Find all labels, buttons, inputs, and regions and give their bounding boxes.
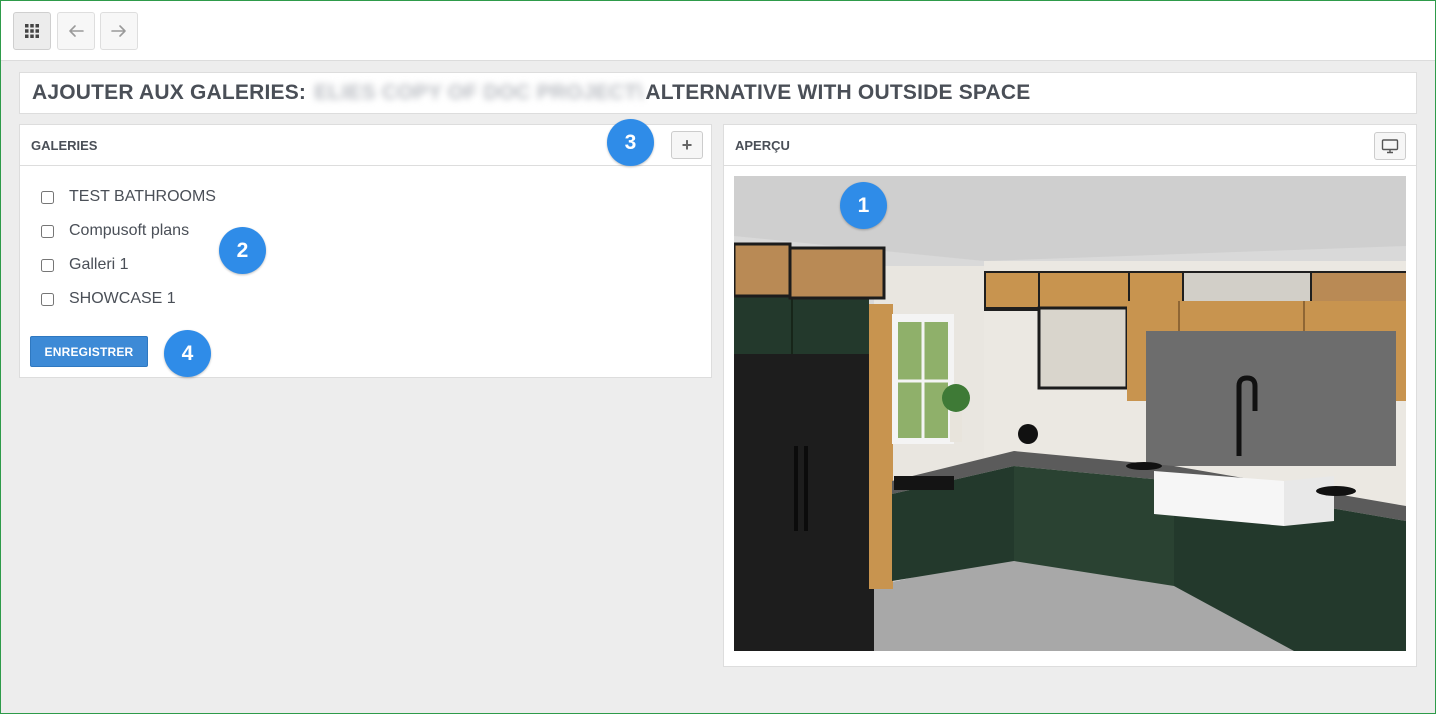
annotation-badge-3: 3 xyxy=(607,119,654,166)
preview-panel-header: APERÇU xyxy=(724,125,1416,166)
plus-icon: + xyxy=(681,134,693,155)
gallery-item-galleri-1[interactable]: Galleri 1 xyxy=(41,248,711,282)
gallery-checkbox[interactable] xyxy=(41,292,54,306)
gallery-item-label: TEST BATHROOMS xyxy=(69,188,216,205)
grid-icon xyxy=(25,24,39,38)
monitor-icon xyxy=(1381,139,1399,154)
back-button[interactable] xyxy=(57,12,95,50)
kitchen-render-graphic xyxy=(734,176,1406,651)
gallery-checkbox[interactable] xyxy=(41,258,54,272)
gallery-item-label: SHOWCASE 1 xyxy=(69,290,176,307)
gallery-item-showcase-1[interactable]: SHOWCASE 1 xyxy=(41,282,711,316)
gallery-item-label: Compusoft plans xyxy=(69,222,190,239)
page-title-project-redacted: ELIES COPY OF DOC PROJECT\ xyxy=(314,81,644,104)
arrow-left-icon xyxy=(69,25,84,37)
page-title: AJOUTER AUX GALERIES: ELIES COPY OF DOC … xyxy=(19,72,1417,114)
annotation-badge-1: 1 xyxy=(840,182,887,229)
top-toolbar xyxy=(1,1,1435,61)
forward-button[interactable] xyxy=(100,12,138,50)
apps-button[interactable] xyxy=(13,12,51,50)
page-title-suffix: ALTERNATIVE WITH OUTSIDE SPACE xyxy=(645,81,1031,104)
gallery-item-label: Galleri 1 xyxy=(69,256,129,273)
galleries-heading: GALERIES xyxy=(31,137,98,153)
page-title-prefix: AJOUTER AUX GALERIES: xyxy=(32,81,307,104)
kitchen-render-image xyxy=(734,176,1406,651)
annotation-badge-2: 2 xyxy=(219,227,266,274)
gallery-item-test-bathrooms[interactable]: TEST BATHROOMS xyxy=(41,180,711,214)
gallery-checkbox[interactable] xyxy=(41,224,54,238)
arrow-right-icon xyxy=(111,25,126,37)
add-gallery-button[interactable]: + xyxy=(671,131,703,159)
preview-heading: APERÇU xyxy=(735,137,790,153)
annotation-badge-4: 4 xyxy=(164,330,211,377)
fullscreen-preview-button[interactable] xyxy=(1374,132,1406,160)
preview-panel: APERÇU xyxy=(723,124,1417,667)
save-button[interactable]: ENREGISTRER xyxy=(30,336,148,367)
gallery-item-compusoft-plans[interactable]: Compusoft plans xyxy=(41,214,711,248)
gallery-list: TEST BATHROOMS Compusoft plans Galleri 1… xyxy=(20,166,711,316)
gallery-checkbox[interactable] xyxy=(41,190,54,204)
galleries-panel: GALERIES + TEST BATHROOMS Compusoft plan… xyxy=(19,124,712,378)
